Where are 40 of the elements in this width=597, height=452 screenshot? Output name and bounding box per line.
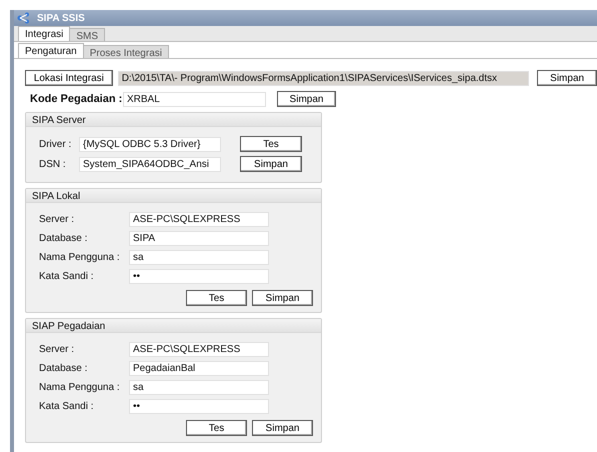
tab[interactable]: Proses Integrasi bbox=[82, 45, 169, 58]
field-label: Server : bbox=[39, 344, 76, 355]
location-button[interactable]: Lokasi Integrasi bbox=[25, 70, 113, 86]
group-title: SIAP Pegadaian bbox=[26, 319, 321, 333]
tab[interactable]: Integrasi bbox=[18, 26, 70, 41]
action-button[interactable]: Tes bbox=[186, 290, 247, 306]
field-label: Kata Sandi : bbox=[39, 401, 94, 412]
input-field[interactable]: System_SIPA64ODBC_Ansi bbox=[79, 156, 221, 172]
input-field[interactable]: sa bbox=[129, 250, 269, 265]
save-button[interactable]: Simpan bbox=[277, 91, 336, 107]
field-label: Nama Pengguna : bbox=[39, 252, 121, 263]
tab[interactable]: Pengaturan bbox=[18, 43, 84, 58]
field-label: Nama Pengguna : bbox=[39, 382, 121, 393]
code-field[interactable]: XRBAL bbox=[123, 92, 266, 106]
field-label: DSN : bbox=[39, 158, 67, 170]
window-title: SIPA SSIS bbox=[37, 12, 85, 24]
path-field[interactable]: D:\2015\TA\- Program\WindowsFormsApplication1\SIPAServices\IServices_sipa.dtsx bbox=[118, 70, 530, 86]
input-field[interactable]: PegadaianBal bbox=[129, 361, 269, 376]
input-field[interactable]: SIPA bbox=[129, 231, 269, 246]
field-label: Driver : bbox=[39, 138, 72, 150]
action-button[interactable]: Tes bbox=[240, 136, 302, 152]
input-field[interactable]: {MySQL ODBC 5.3 Driver} bbox=[79, 136, 221, 152]
save-button[interactable]: Simpan bbox=[537, 70, 597, 86]
input-field[interactable]: •• bbox=[129, 399, 269, 414]
field-label: Kata Sandi : bbox=[39, 271, 94, 282]
action-button[interactable]: Simpan bbox=[252, 290, 313, 306]
input-field[interactable]: sa bbox=[129, 380, 269, 395]
action-button[interactable]: Simpan bbox=[240, 156, 302, 172]
action-button[interactable]: Simpan bbox=[252, 420, 313, 436]
tab[interactable]: SMS bbox=[69, 28, 106, 41]
group-title: SIPA Server bbox=[26, 113, 321, 127]
field-label: Server : bbox=[39, 214, 76, 225]
field-label: Database : bbox=[39, 363, 88, 374]
input-field[interactable]: ASE-PC\SQLEXPRESS bbox=[129, 342, 269, 357]
action-button[interactable]: Tes bbox=[186, 420, 247, 436]
input-field[interactable]: •• bbox=[129, 269, 269, 284]
input-field[interactable]: ASE-PC\SQLEXPRESS bbox=[129, 212, 269, 227]
group-title: SIPA Lokal bbox=[26, 189, 321, 203]
field-label: Database : bbox=[39, 233, 88, 244]
network-icon bbox=[17, 12, 31, 24]
